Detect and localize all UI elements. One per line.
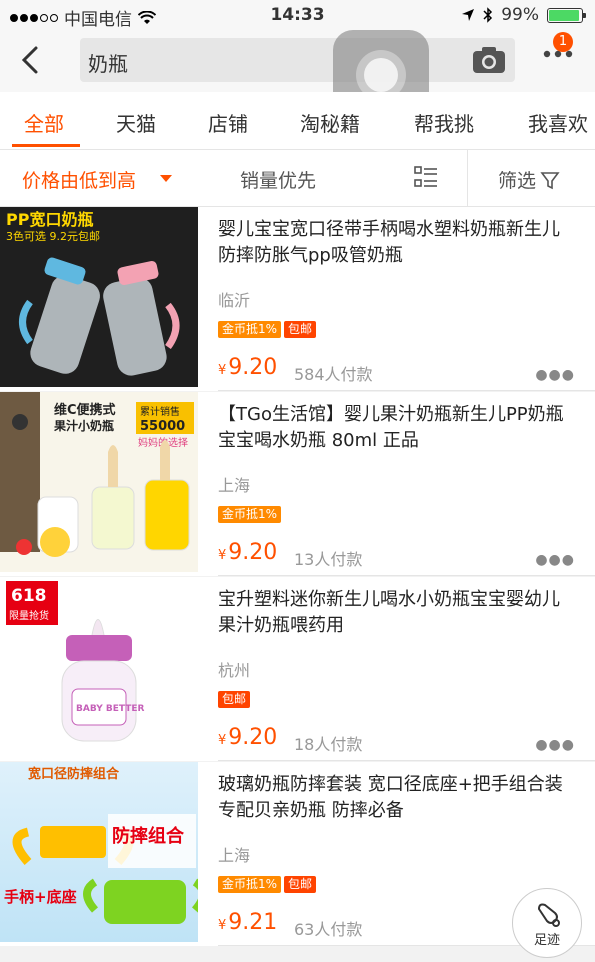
list-view-icon[interactable] [414,166,438,188]
product-item[interactable]: 618 限量抢货 BABY BETTER 宝升塑料迷你新生儿喝水小奶瓶宝宝婴幼儿… [0,577,595,761]
tab-all[interactable]: 全部 [24,108,64,137]
divider [218,390,595,391]
sort-price-button[interactable]: 价格由低到高 [22,166,136,193]
sales-count: 584人付款 [294,365,373,384]
caret-down-icon [160,175,172,182]
product-price: ¥9.20 [218,725,278,750]
bluetooth-icon [483,7,493,23]
svg-text:累计销售: 累计销售 [140,405,180,418]
sort-sales-button[interactable]: 销量优先 [240,166,316,193]
status-bar: 中国电信 14:33 99% [0,0,595,30]
footprint-button[interactable]: 足迹 [512,888,582,958]
search-header: 奶瓶 1 [0,30,595,118]
back-arrow-icon[interactable] [14,40,50,80]
location-icon [462,9,475,21]
product-price: ¥9.20 [218,355,278,380]
product-title: 婴儿宝宝宽口径带手柄喝水塑料奶瓶新生儿防摔防胀气pp吸管奶瓶 [218,219,560,266]
battery-icon [547,7,586,23]
product-image: 维C便携式 果汁小奶瓶 累计销售 55000 妈妈的选择 [0,392,198,572]
tab-shop[interactable]: 店铺 [208,108,248,137]
notification-badge: 1 [553,32,573,52]
svg-text:防摔组合: 防摔组合 [112,825,185,847]
product-location: 临沂 [218,291,251,310]
svg-text:维C便携式: 维C便携式 [54,402,116,418]
filter-label: 筛选 [498,170,537,192]
search-input[interactable]: 奶瓶 [80,38,515,82]
coin-discount-tag: 金币抵1% [218,876,282,893]
item-more-icon[interactable]: ●●● [535,737,575,753]
category-tabs: 全部 天猫 店铺 淘秘籍 帮我挑 我喜欢 [0,92,595,150]
active-tab-indicator [12,144,80,147]
product-location: 上海 [218,476,251,495]
sales-count: 63人付款 [294,920,363,939]
svg-text:PP宽口奶瓶: PP宽口奶瓶 [6,210,93,229]
svg-text:限量抢货: 限量抢货 [9,609,49,622]
product-price: ¥9.21 [218,910,278,935]
divider [218,760,595,761]
svg-text:618: 618 [11,586,47,606]
item-more-icon[interactable]: ●●● [535,552,575,568]
tab-tmall[interactable]: 天猫 [116,108,156,137]
sales-count: 18人付款 [294,735,363,754]
product-item[interactable]: 维C便携式 果汁小奶瓶 累计销售 55000 妈妈的选择 【TGo生活馆】婴儿果… [0,392,595,576]
battery-percent: 99% [501,5,539,25]
camera-icon[interactable] [471,45,507,75]
sales-count: 13人付款 [294,550,363,569]
product-price: ¥9.20 [218,540,278,565]
product-image: 宽口径防摔组合 防摔组合 手柄+底座 [0,762,198,942]
svg-text:果汁小奶瓶: 果汁小奶瓶 [53,418,114,433]
product-location: 杭州 [218,661,251,680]
footprint-label: 足迹 [533,933,560,948]
svg-text:BABY BETTER: BABY BETTER [76,704,144,714]
product-item[interactable]: 宽口径防摔组合 防摔组合 手柄+底座 玻璃奶瓶防摔套装 宽口径底座+把手组合装 … [0,762,595,946]
divider [218,575,595,576]
svg-text:宽口径防摔组合: 宽口径防摔组合 [27,766,120,782]
svg-text:55000: 55000 [140,419,185,434]
divider [467,150,468,206]
sort-bar: 价格由低到高 销量优先 筛选 [0,150,595,207]
product-location: 上海 [218,846,251,865]
tab-favorites[interactable]: 我喜欢 [528,108,588,137]
item-more-icon[interactable]: ●●● [535,367,575,383]
svg-text:手柄+底座: 手柄+底座 [4,888,77,906]
filter-funnel-icon [540,171,560,189]
free-shipping-tag: 包邮 [284,876,317,893]
product-item[interactable]: PP宽口奶瓶 3色可选 9.2元包邮 婴儿宝宝宽口径带手柄喝水塑料奶瓶新生儿防摔… [0,207,595,391]
coin-discount-tag: 金币抵1% [218,506,282,523]
footprint-icon [537,903,560,927]
product-title: 宝升塑料迷你新生儿喝水小奶瓶宝宝婴幼儿果汁奶瓶喂药用 [218,589,560,636]
product-title: 玻璃奶瓶防摔套装 宽口径底座+把手组合装 专配贝亲奶瓶 防摔必备 [218,774,563,821]
product-image: PP宽口奶瓶 3色可选 9.2元包邮 [0,207,198,387]
free-shipping-tag: 包邮 [284,321,317,338]
svg-text:3色可选 9.2元包邮: 3色可选 9.2元包邮 [6,229,100,243]
product-image: 618 限量抢货 BABY BETTER [0,577,198,757]
tab-help-pick[interactable]: 帮我挑 [414,108,474,137]
search-query: 奶瓶 [88,52,128,76]
filter-button[interactable]: 筛选 [498,166,560,193]
more-menu-icon[interactable] [543,50,573,58]
coin-discount-tag: 金币抵1% [218,321,282,338]
free-shipping-tag: 包邮 [218,691,251,708]
product-title: 【TGo生活馆】婴儿果汁奶瓶新生儿PP奶瓶 宝宝喝水奶瓶 80ml 正品 [218,404,564,451]
tab-tips[interactable]: 淘秘籍 [300,108,360,137]
